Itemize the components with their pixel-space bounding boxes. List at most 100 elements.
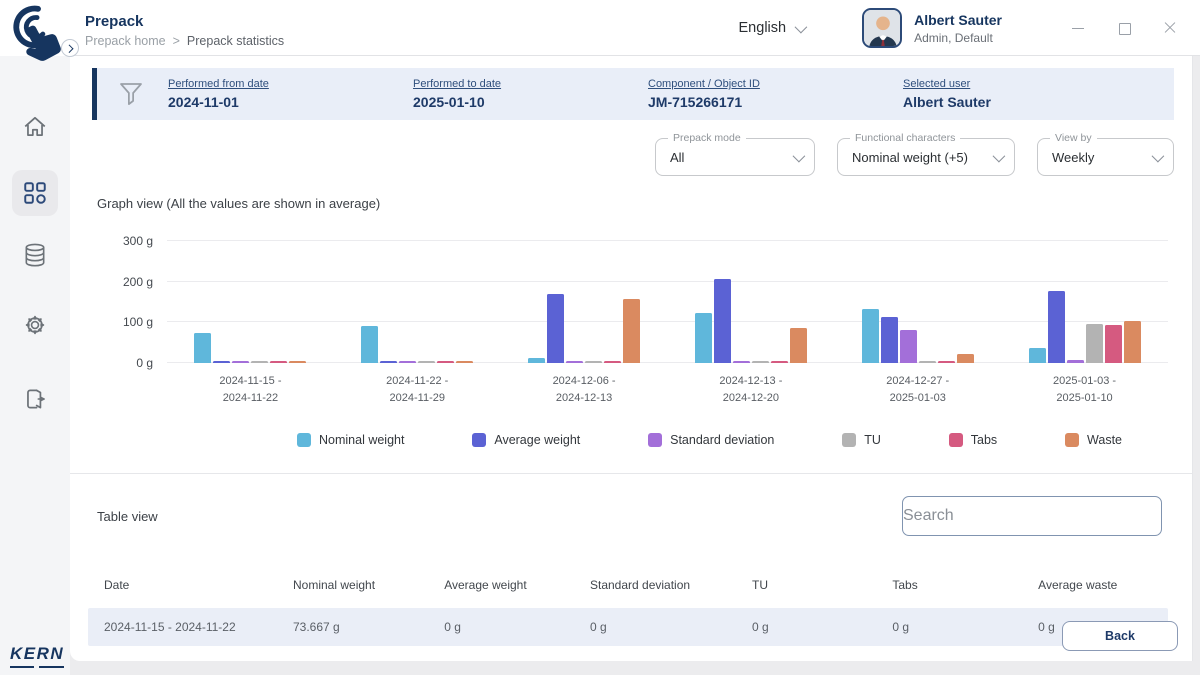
view-by-select[interactable]: View by Weekly	[1037, 138, 1174, 176]
gear-icon	[22, 312, 48, 338]
legend-label: Nominal weight	[319, 433, 404, 447]
maximize-button[interactable]	[1116, 20, 1132, 36]
sidebar-item-prepack-apps[interactable]	[12, 170, 58, 216]
legend-item-average-weight: Average weight	[472, 433, 580, 447]
legend-swatch	[648, 433, 662, 447]
table-cell: 0 g	[428, 608, 574, 646]
search-box: Search	[902, 496, 1162, 536]
statistics-table: DateNominal weightAverage weightStandard…	[88, 570, 1168, 646]
user-info[interactable]: Albert Sauter Admin, Default	[914, 12, 1002, 45]
bar-tu	[418, 361, 435, 363]
bar-tabs	[604, 361, 621, 363]
breadcrumb-prepack-home[interactable]: Prepack home	[85, 34, 166, 48]
legend-label: Waste	[1087, 433, 1122, 447]
breadcrumb: Prepack home > Prepack statistics	[85, 34, 284, 48]
bar-tabs	[771, 361, 788, 363]
x-axis-category-label: 2024-12-06 -2024-12-13	[501, 373, 668, 407]
search-input[interactable]	[954, 497, 1152, 535]
bar-nominal-weight	[194, 333, 211, 363]
topbar: Prepack Prepack home > Prepack statistic…	[0, 0, 1200, 56]
prepack-mode-select[interactable]: Prepack mode All	[655, 138, 815, 176]
sidebar-item-database[interactable]	[12, 232, 58, 278]
topbar-right: English Albert Sauter Admin, Default	[739, 8, 1200, 48]
x-axis-category-label: 2024-12-13 -2024-12-20	[667, 373, 834, 407]
legend-swatch	[842, 433, 856, 447]
chevron-down-icon	[993, 149, 1006, 162]
legend-label: TU	[864, 433, 881, 447]
bar-average-weight	[213, 361, 230, 363]
window-controls	[1070, 20, 1178, 36]
sidebar	[0, 56, 70, 675]
bar-nominal-weight	[695, 313, 712, 363]
bar-average-weight	[1048, 291, 1065, 363]
sidebar-item-home[interactable]	[12, 104, 58, 150]
y-axis-tick-label: 100 g	[123, 315, 153, 329]
table-column-header: Nominal weight	[277, 570, 428, 600]
bar-tu	[752, 361, 769, 363]
bar-standard-deviation	[566, 361, 583, 363]
close-button[interactable]	[1162, 20, 1178, 36]
x-axis-category-label: 2024-11-15 -2024-11-22	[167, 373, 334, 407]
bar-average-weight	[881, 317, 898, 363]
legend-item-nominal-weight: Nominal weight	[297, 433, 404, 447]
language-selector[interactable]: English	[739, 20, 805, 36]
chevron-right-icon	[65, 44, 73, 52]
app-logo-click-hand-icon	[8, 2, 70, 68]
filter-component-object-id[interactable]: Component / Object ID JM-715266171	[648, 78, 903, 110]
back-button[interactable]: Back	[1062, 621, 1178, 651]
page-header: Prepack Prepack home > Prepack statistic…	[85, 9, 284, 48]
functional-characters-select[interactable]: Functional characters Nominal weight (+5…	[837, 138, 1015, 176]
sidebar-expand-toggle[interactable]	[61, 39, 79, 57]
bar-tu	[585, 361, 602, 363]
table-column-header: Standard deviation	[574, 570, 736, 600]
legend-label: Average weight	[494, 433, 580, 447]
table-column-header: Average weight	[428, 570, 574, 600]
minimize-button[interactable]	[1070, 20, 1086, 36]
chevron-down-icon	[793, 149, 806, 162]
filter-performed-to-date[interactable]: Performed to date 2025-01-10	[413, 78, 648, 110]
bar-standard-deviation	[733, 361, 750, 363]
bar-waste	[289, 361, 306, 363]
breadcrumb-current: Prepack statistics	[187, 34, 284, 48]
table-cell: 2024-11-15 - 2024-11-22	[88, 608, 277, 646]
legend-swatch	[949, 433, 963, 447]
filter-summary-bar: Performed from date 2024-11-01 Performed…	[92, 68, 1174, 120]
main-content: Performed from date 2024-11-01 Performed…	[70, 56, 1193, 661]
graph-view-title: Graph view (All the values are shown in …	[97, 196, 1192, 211]
x-axis-category-label: 2025-01-03 -2025-01-10	[1001, 373, 1168, 407]
bar-standard-deviation	[399, 361, 416, 363]
table-row[interactable]: 2024-11-15 - 2024-11-2273.667 g0 g0 g0 g…	[88, 608, 1168, 646]
user-name: Albert Sauter	[914, 12, 1002, 28]
y-axis-tick-label: 200 g	[123, 275, 153, 289]
filter-fields: Performed from date 2024-11-01 Performed…	[168, 78, 1174, 110]
filter-selected-user[interactable]: Selected user Albert Sauter	[903, 78, 1174, 110]
filter-funnel-icon	[114, 79, 148, 109]
page-title: Prepack	[85, 13, 284, 30]
table-column-header: Average waste	[1022, 570, 1168, 600]
bar-tu	[251, 361, 268, 363]
chart-plot: 0 g100 g200 g300 g	[167, 241, 1168, 363]
bar-nominal-weight	[528, 358, 545, 363]
bar-waste	[790, 328, 807, 363]
table-column-header: Date	[88, 570, 277, 600]
legend-swatch	[1065, 433, 1079, 447]
table-cell: 0 g	[736, 608, 876, 646]
legend-label: Standard deviation	[670, 433, 774, 447]
bar-nominal-weight	[1029, 348, 1046, 363]
bar-tabs	[270, 361, 287, 363]
sidebar-item-logout[interactable]	[12, 376, 58, 422]
legend-item-standard-deviation: Standard deviation	[648, 433, 774, 447]
bar-tabs	[437, 361, 454, 363]
user-role: Admin, Default	[914, 31, 1002, 45]
x-axis-category-label: 2024-12-27 -2025-01-03	[834, 373, 1001, 407]
sidebar-item-settings[interactable]	[12, 302, 58, 348]
legend-item-tabs: Tabs	[949, 433, 997, 447]
filter-performed-from-date[interactable]: Performed from date 2024-11-01	[168, 78, 413, 110]
app-window: Prepack Prepack home > Prepack statistic…	[0, 0, 1200, 675]
bar-average-weight	[547, 294, 564, 363]
avatar[interactable]	[862, 8, 902, 48]
legend-swatch	[472, 433, 486, 447]
bar-waste	[456, 361, 473, 363]
bar-average-weight	[380, 361, 397, 363]
bar-average-weight	[714, 279, 731, 363]
